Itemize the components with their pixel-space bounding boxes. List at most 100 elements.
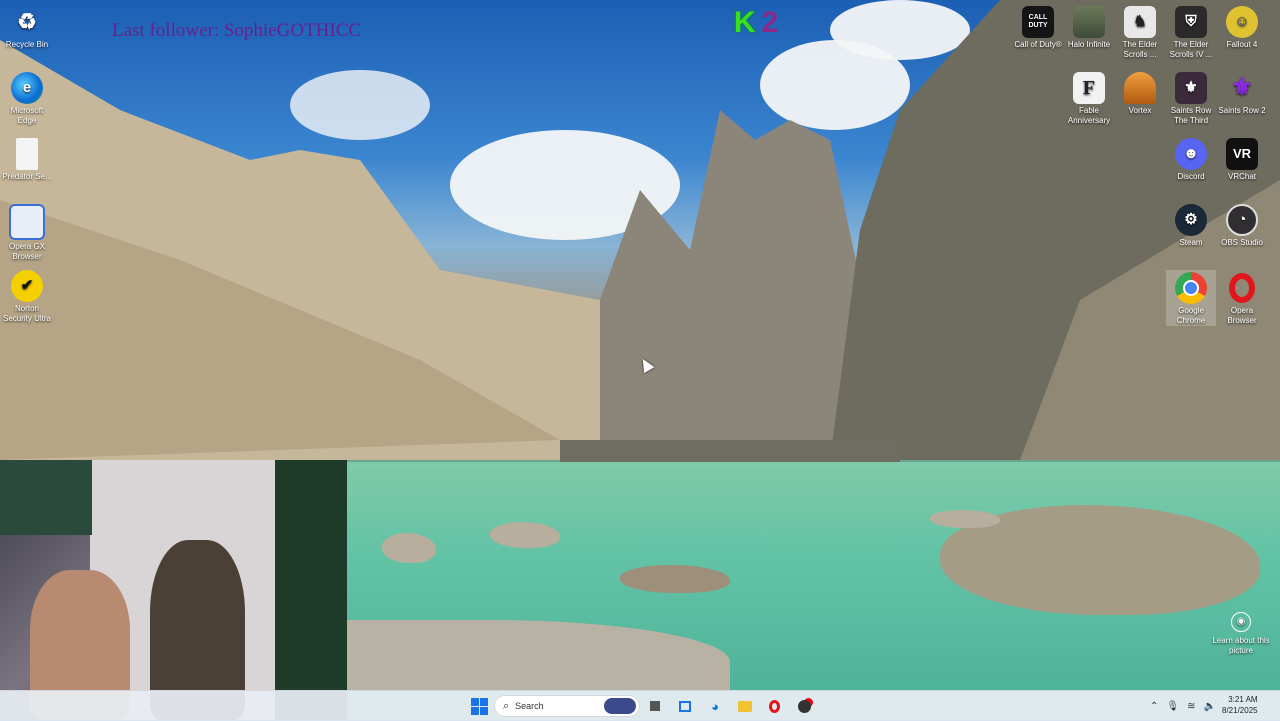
desktop-icon-label: Saints Row 2	[1218, 106, 1266, 115]
desktop-icon-label: The Elder Scrolls ...	[1122, 40, 1158, 59]
fable-icon: F	[1073, 72, 1105, 104]
windows-logo-icon	[470, 697, 488, 715]
discord-icon: ☻	[1175, 138, 1207, 170]
camera-icon: ◉	[1231, 612, 1251, 632]
chevron-up-icon[interactable]: ⌃	[1150, 701, 1158, 712]
desktop-icon-elder-scrolls-iv[interactable]: ⛨ The Elder Scrolls IV ...	[1166, 4, 1216, 60]
edge-icon: e	[11, 72, 43, 104]
desktop-icon-label: Opera Browser	[1227, 306, 1257, 325]
fallout-icon: ☺	[1226, 6, 1258, 38]
desktop-icon-label: Halo Infinite	[1067, 40, 1111, 49]
elder-scrolls-icon: ♞	[1124, 6, 1156, 38]
taskbar-search[interactable]: ⌕ Search	[494, 695, 640, 717]
kick-count: 2	[761, 6, 779, 39]
steam-icon: ⚙	[1175, 204, 1207, 236]
rock	[930, 510, 1000, 528]
desktop-icon-edge[interactable]: e Microsoft Edge	[2, 70, 52, 126]
saints-row-third-icon: ⚜	[1175, 72, 1207, 104]
window-icon	[679, 700, 691, 712]
learn-about-picture[interactable]: ◉ Learn about this picture	[1212, 612, 1270, 656]
desktop-icon-chrome[interactable]: Google Chrome	[1166, 270, 1216, 326]
desktop-icon-label: Recycle Bin	[5, 40, 49, 49]
desktop-icon-label: VRChat	[1227, 172, 1256, 181]
desktop-icon-obs[interactable]: ◔ OBS Studio	[1217, 202, 1267, 248]
wifi-icon[interactable]: ≋	[1187, 701, 1195, 712]
desktop-icon-label: Steam	[1179, 238, 1203, 247]
obs-icon	[797, 699, 811, 713]
desktop-icon-label: Microsoft Edge	[10, 106, 44, 125]
desktop-icon-saints-row-third[interactable]: ⚜ Saints Row The Third	[1166, 70, 1216, 126]
search-icon: ⌕	[503, 699, 510, 712]
desktop-icon-label: Saints Row The Third	[1170, 106, 1212, 125]
desktop-icon-label: OBS Studio	[1221, 238, 1263, 247]
rock	[382, 533, 436, 563]
desktop-icon-norton[interactable]: ✔ Norton Security Ultra	[2, 268, 52, 324]
desktop-icon-label: Vortex	[1128, 106, 1152, 115]
desktop-icon-label: Discord	[1177, 172, 1205, 181]
taskbar-app-obs[interactable]	[794, 696, 814, 716]
kick-logo-icon: K	[733, 6, 756, 39]
opera-icon	[1226, 272, 1258, 304]
microphone-icon[interactable]: 🎙	[1166, 701, 1179, 712]
desktop-icon-label: Google Chrome	[1176, 306, 1206, 325]
desktop-icon-recycle-bin[interactable]: ♻ Recycle Bin	[2, 4, 52, 50]
saints-row-2-icon: ⚜	[1231, 74, 1253, 101]
desktop-icon-predator[interactable]: Predator Se...	[2, 136, 52, 182]
norton-icon: ✔	[11, 270, 43, 302]
desktop-icon-call-of-duty[interactable]: CALL DUTY Call of Duty®	[1013, 4, 1063, 50]
kick-counter-overlay: K 2	[724, 4, 788, 42]
start-button[interactable]	[469, 696, 489, 716]
taskbar-app-opera[interactable]	[764, 696, 784, 716]
desktop-icon-label: Predator Se...	[2, 172, 52, 181]
task-view-icon	[650, 701, 660, 711]
last-follower-overlay: Last follower: SophieGOTHICC	[112, 20, 362, 41]
folder-icon	[738, 700, 752, 712]
taskbar-clock[interactable]: 3:21 AM 8/21/2025	[1222, 694, 1258, 716]
file-icon	[16, 138, 38, 170]
chrome-icon	[1175, 272, 1207, 304]
opera-icon	[768, 699, 780, 713]
desktop-icon-steam[interactable]: ⚙ Steam	[1166, 202, 1216, 248]
rock	[620, 565, 730, 593]
desktop-icon-label: Call of Duty®	[1014, 40, 1062, 49]
webcam-curtain	[275, 460, 347, 720]
edge-icon: ◕	[711, 698, 719, 714]
desktop-icon-elder-scrolls[interactable]: ♞ The Elder Scrolls ...	[1115, 4, 1165, 60]
desktop-icon-label: Opera GX Browser	[8, 242, 45, 261]
desktop-icon-label: Norton Security Ultra	[2, 304, 51, 323]
clock-time: 3:21 AM	[1228, 695, 1258, 704]
desktop-icon-label: Fallout 4	[1226, 40, 1258, 49]
call-of-duty-icon: CALL DUTY	[1022, 6, 1054, 38]
desktop-icon-saints-row-2[interactable]: ⚜ Saints Row 2	[1217, 70, 1267, 116]
task-view-button[interactable]	[645, 696, 665, 716]
taskbar-app-window[interactable]	[675, 696, 695, 716]
taskbar: ⌕ Search ◕ ⌃ 🎙 ≋ 🔈 3:21 AM 8/21/2025	[0, 690, 1280, 721]
volume-icon[interactable]: 🔈	[1203, 701, 1215, 712]
desktop-icon-halo[interactable]: Halo Infinite	[1064, 4, 1114, 50]
clock-date: 8/21/2025	[1222, 706, 1258, 715]
desktop-icon-opera[interactable]: Opera Browser	[1217, 270, 1267, 326]
learn-about-picture-label: Learn about this picture	[1212, 636, 1270, 655]
desktop-icon-label: Fable Anniversary	[1067, 106, 1111, 125]
obs-icon: ◔	[1226, 204, 1258, 236]
rock	[490, 522, 560, 548]
search-placeholder: Search	[515, 701, 544, 711]
opera-gx-icon	[9, 204, 45, 240]
desktop-icon-discord[interactable]: ☻ Discord	[1166, 136, 1216, 182]
system-tray: ⌃ 🎙 ≋ 🔈	[1150, 695, 1216, 717]
vrchat-icon: VR	[1226, 138, 1258, 170]
desktop-icon-vrchat[interactable]: VR VRChat	[1217, 136, 1267, 182]
elder-scrolls-iv-icon: ⛨	[1175, 6, 1207, 38]
desktop-icon-label: The Elder Scrolls IV ...	[1169, 40, 1213, 59]
webcam-feed	[0, 460, 347, 720]
halo-icon	[1073, 6, 1105, 38]
taskbar-app-edge[interactable]: ◕	[705, 696, 725, 716]
desktop-icon-fable[interactable]: F Fable Anniversary	[1064, 70, 1114, 126]
recycle-bin-icon: ♻	[17, 9, 37, 34]
desktop-icon-opera-gx[interactable]: Opera GX Browser	[2, 202, 52, 262]
desktop-icon-vortex[interactable]: Vortex	[1115, 70, 1165, 116]
desktop-icon-fallout[interactable]: ☺ Fallout 4	[1217, 4, 1267, 50]
webcam-flag	[0, 460, 92, 535]
taskbar-app-file-explorer[interactable]	[735, 696, 755, 716]
vortex-icon	[1124, 72, 1156, 104]
